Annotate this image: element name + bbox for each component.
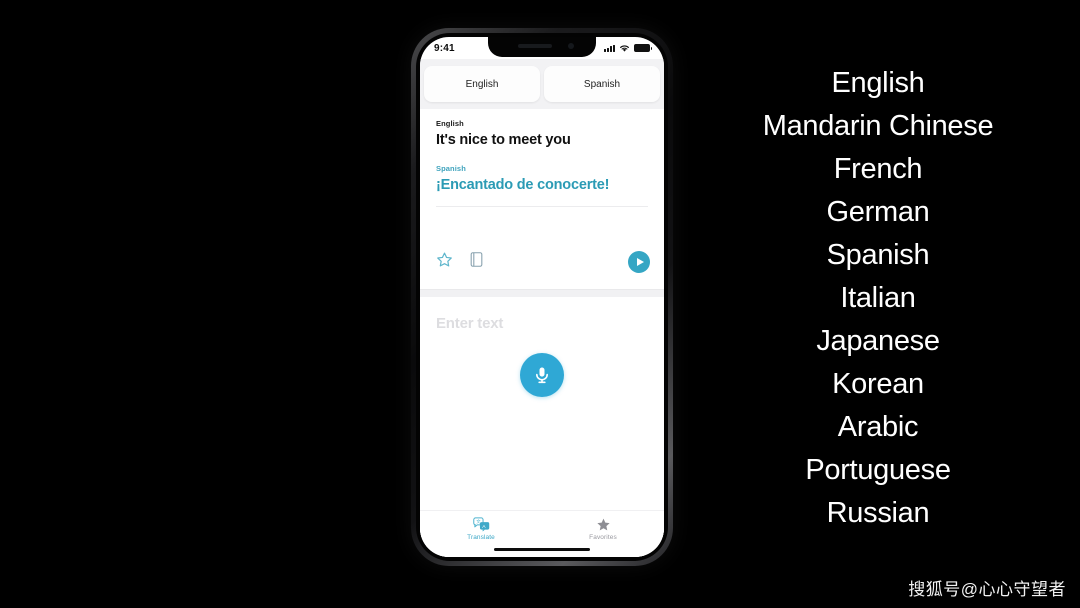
source-text-block: English It's nice to meet you <box>420 109 664 150</box>
text-input-area[interactable]: Enter text 文 A Translate Favorites <box>420 297 664 557</box>
battery-icon <box>634 44 652 52</box>
home-indicator <box>494 547 590 551</box>
translation-action-row <box>436 249 650 275</box>
target-text-block: Spanish ¡Encantado de conocerte! <box>420 150 664 195</box>
front-camera-icon <box>568 43 574 49</box>
tab-favorites-label: Favorites <box>589 534 617 541</box>
phone-mockup: 9:41 English Spanish English It's nice t… <box>411 28 673 566</box>
language-item: Italian <box>840 282 916 314</box>
language-item: Korean <box>832 368 924 400</box>
translation-card: English It's nice to meet you Spanish ¡E… <box>420 109 664 557</box>
language-item: English <box>831 67 925 99</box>
language-item: German <box>826 196 930 228</box>
language-item: Russian <box>826 497 930 529</box>
language-item: Spanish <box>826 239 930 271</box>
watermark: 搜狐号@心心守望者 <box>908 580 1066 599</box>
status-bar-icons <box>604 44 652 53</box>
target-text: ¡Encantado de conocerte! <box>436 176 610 193</box>
language-item: Portuguese <box>805 454 951 486</box>
language-item: French <box>833 153 923 185</box>
language-selector-bar: English Spanish <box>420 59 664 109</box>
phone-screen: 9:41 English Spanish English It's nice t… <box>420 37 664 557</box>
signal-icon <box>604 44 615 52</box>
star-outline-icon[interactable] <box>436 251 453 273</box>
language-item: Japanese <box>816 325 940 357</box>
language-item: Arabic <box>837 411 919 443</box>
language-item: Mandarin Chinese <box>762 110 994 142</box>
tab-translate-label: Translate <box>467 534 495 541</box>
supported-languages-list: English Mandarin Chinese French German S… <box>700 62 1056 535</box>
star-icon <box>596 518 610 531</box>
target-language-label: Spanish <box>436 163 466 173</box>
card-divider <box>436 206 648 207</box>
wifi-icon <box>620 44 629 52</box>
play-icon[interactable] <box>628 251 650 273</box>
source-text: It's nice to meet you <box>436 132 571 148</box>
target-language-button[interactable]: Spanish <box>544 66 660 102</box>
book-outline-icon[interactable] <box>469 251 484 273</box>
speaker-grille-icon <box>518 44 552 48</box>
status-bar-time: 9:41 <box>434 42 455 54</box>
phone-notch <box>488 37 596 57</box>
microphone-button[interactable] <box>520 353 564 397</box>
translate-icon: 文 A <box>472 517 489 532</box>
source-language-button[interactable]: English <box>424 66 540 102</box>
enter-text-placeholder: Enter text <box>436 315 504 332</box>
source-language-label: English <box>436 119 464 128</box>
